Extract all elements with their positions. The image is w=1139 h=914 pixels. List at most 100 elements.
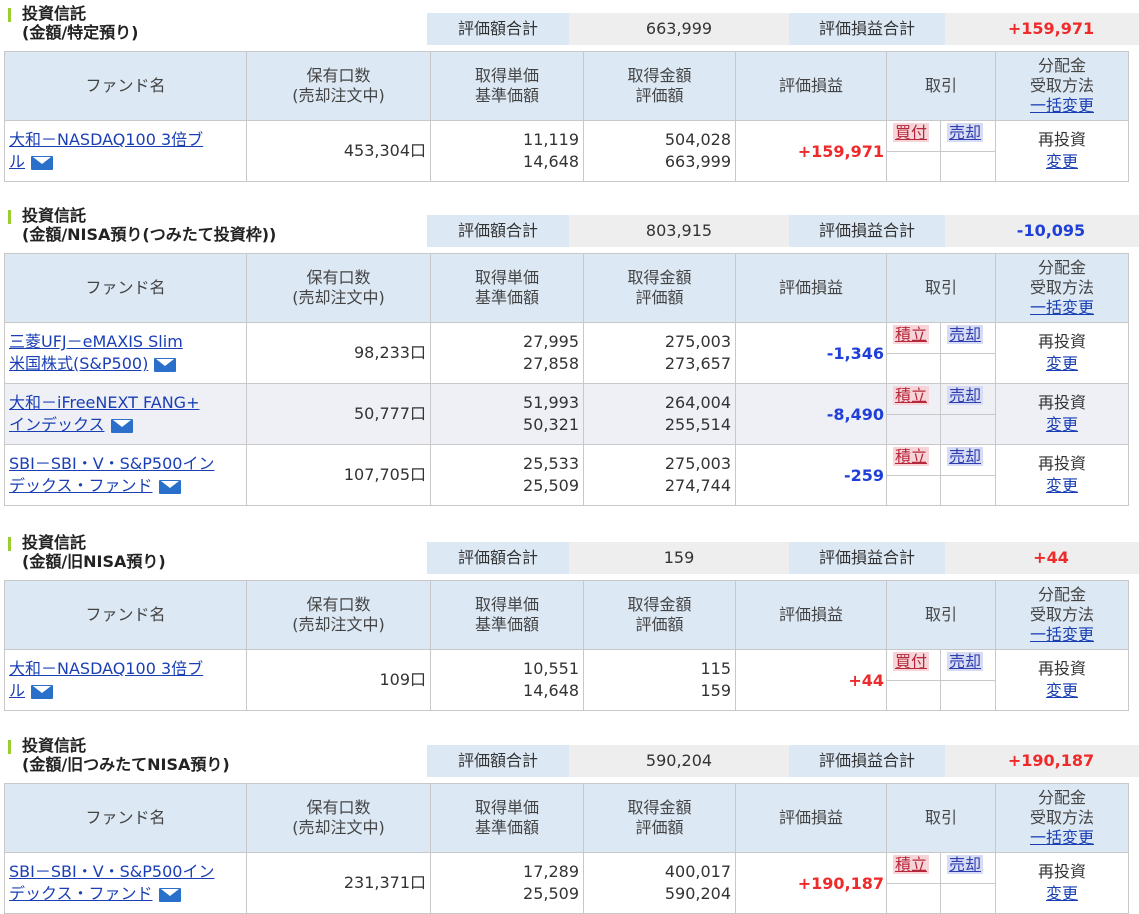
column-header: 分配金 受取方法 一括変更 <box>995 580 1129 650</box>
pl-value: -1,346 <box>826 343 884 363</box>
mail-icon[interactable] <box>158 887 181 902</box>
buy-button[interactable]: 積立 <box>893 447 930 466</box>
column-header-label: 取引 <box>924 278 957 297</box>
column-header-label: ファンド名 <box>85 76 166 95</box>
reinvest-label: 再投資 <box>1037 659 1086 678</box>
market-value: 663,999 <box>664 152 731 171</box>
column-header-label: 受取方法 <box>1029 605 1094 624</box>
pl-cell: +159,971 <box>735 120 887 182</box>
sell-button[interactable]: 売却 <box>947 855 984 874</box>
sell-button[interactable]: 売却 <box>947 325 984 344</box>
buy-button[interactable]: 積立 <box>893 386 930 405</box>
bulk-change-link[interactable]: 一括変更 <box>996 96 1128 116</box>
table-row: 大和－NASDAQ100 3倍ブル 453,304口 11,119 14,648 504… <box>4 120 1129 182</box>
total-value-label: 評価額合計 <box>427 542 569 574</box>
fund-name-link[interactable]: 大和－NASDAQ100 3倍ブル <box>5 658 246 702</box>
mail-icon[interactable] <box>31 684 54 699</box>
change-link[interactable]: 変更 <box>1046 152 1078 171</box>
column-header-label: 保有口数 <box>306 268 371 287</box>
fund-name-link[interactable]: SBI－SBI・V・S&P500イン デックス・ファンド <box>5 861 246 905</box>
fund-name-cell: 大和－NASDAQ100 3倍ブル <box>4 649 247 711</box>
table-row: 大和－NASDAQ100 3倍ブル 109口 10,551 14,648 115 159 +… <box>4 649 1129 711</box>
cell-divider <box>887 414 995 415</box>
nav-value: 14,648 <box>523 681 579 700</box>
mail-icon[interactable] <box>31 155 54 170</box>
column-header-label: 取引 <box>924 605 957 624</box>
fund-name-cell: 大和－NASDAQ100 3倍ブル <box>4 120 247 182</box>
reinvest-label: 再投資 <box>1037 454 1086 473</box>
sell-button[interactable]: 売却 <box>947 386 984 405</box>
units-cell: 98,233口 <box>246 322 431 384</box>
cell-divider <box>887 680 995 681</box>
total-value: 803,915 <box>569 215 789 247</box>
units-cell: 50,777口 <box>246 383 431 445</box>
sell-button[interactable]: 売却 <box>947 123 984 142</box>
unit-cost-value: 11,119 <box>523 130 579 149</box>
column-header: 保有口数 (売却注文中) <box>246 783 431 853</box>
change-link[interactable]: 変更 <box>1046 354 1078 373</box>
section-title-line1: 投資信託 <box>22 533 87 552</box>
section-summary: 評価額合計 159 評価損益合計 +44 <box>427 542 1139 574</box>
pl-cell: -8,490 <box>735 383 887 445</box>
column-header: 取得単価 基準価額 <box>430 253 584 323</box>
fund-name-link[interactable]: 大和－iFreeNEXT FANG+ インデックス <box>5 392 246 436</box>
change-link[interactable]: 変更 <box>1046 681 1078 700</box>
column-header-label: 評価損益 <box>778 278 843 297</box>
reinvest-label: 再投資 <box>1037 393 1086 412</box>
column-header-label: 評価損益 <box>778 605 843 624</box>
bulk-change-link[interactable]: 一括変更 <box>996 298 1128 318</box>
bulk-change-link[interactable]: 一括変更 <box>996 828 1128 848</box>
change-link[interactable]: 変更 <box>1046 884 1078 903</box>
fund-name-link[interactable]: 大和－NASDAQ100 3倍ブル <box>5 129 246 173</box>
holdings-table: ファンド名 保有口数 (売却注文中) 取得単価 基準価額 取得金額 評価額 評価損益 取引 分配金… <box>4 51 1129 182</box>
change-link[interactable]: 変更 <box>1046 415 1078 434</box>
market-value: 255,514 <box>664 415 731 434</box>
column-header-label: 取得金額 <box>627 798 692 817</box>
mail-icon[interactable] <box>110 418 133 433</box>
column-header: 分配金 受取方法 一括変更 <box>995 253 1129 323</box>
reinvest-label: 再投資 <box>1037 130 1086 149</box>
reinvest-label: 再投資 <box>1037 332 1086 351</box>
fund-name-line2: インデックス <box>9 415 105 434</box>
table-header-row: ファンド名 保有口数 (売却注文中) 取得単価 基準価額 取得金額 評価額 評価損益 取引 分配金… <box>4 580 1129 650</box>
change-link[interactable]: 変更 <box>1046 476 1078 495</box>
distribution-cell: 再投資 変更 <box>995 322 1129 384</box>
column-header-label: (売却注文中) <box>292 288 385 307</box>
sell-button[interactable]: 売却 <box>947 447 984 466</box>
pl-value: -8,490 <box>826 404 884 424</box>
section-accent-bar <box>8 740 11 754</box>
section-header: 投資信託 (金額/特定預り) 評価額合計 663,999 評価損益合計 +159,971 <box>0 4 1139 48</box>
unit-price-cell: 25,533 25,509 <box>430 444 584 506</box>
buy-button[interactable]: 積立 <box>893 325 930 344</box>
total-value: 159 <box>569 542 789 574</box>
fund-name-link[interactable]: 三菱UFJ－eMAXIS Slim 米国株式(S&P500) <box>5 331 246 375</box>
section-title: 投資信託 (金額/旧NISA預り) <box>22 533 166 571</box>
buy-button[interactable]: 買付 <box>893 123 930 142</box>
buy-button[interactable]: 積立 <box>893 855 930 874</box>
units-cell: 107,705口 <box>246 444 431 506</box>
fund-name-line1: SBI－SBI・V・S&P500イン <box>9 862 215 881</box>
sell-button[interactable]: 売却 <box>947 652 984 671</box>
holdings-table: ファンド名 保有口数 (売却注文中) 取得単価 基準価額 取得金額 評価額 評価損益 取引 分配金… <box>4 253 1129 506</box>
holdings-table: ファンド名 保有口数 (売却注文中) 取得単価 基準価額 取得金額 評価額 評価損益 取引 分配金… <box>4 783 1129 914</box>
fund-name-link[interactable]: SBI－SBI・V・S&P500イン デックス・ファンド <box>5 453 246 497</box>
buy-button[interactable]: 買付 <box>893 652 930 671</box>
table-header-row: ファンド名 保有口数 (売却注文中) 取得単価 基準価額 取得金額 評価額 評価損益 取引 分配金… <box>4 253 1129 323</box>
column-header: 取得金額 評価額 <box>583 783 736 853</box>
column-header-label: 受取方法 <box>1029 808 1094 827</box>
total-pl: +159,971 <box>945 13 1139 45</box>
column-header-label: ファンド名 <box>85 808 166 827</box>
column-header-label: (売却注文中) <box>292 86 385 105</box>
cost-value: 264,004 <box>664 393 731 412</box>
mail-icon[interactable] <box>154 357 177 372</box>
column-header-label: 基準価額 <box>474 86 539 105</box>
section-header: 投資信託 (金額/旧NISA預り) 評価額合計 159 評価損益合計 +44 <box>0 533 1139 577</box>
fund-name-line2: デックス・ファンド <box>9 476 153 495</box>
column-header-label: 評価損益 <box>778 76 843 95</box>
column-header-label: 取得単価 <box>474 798 539 817</box>
bulk-change-link[interactable]: 一括変更 <box>996 625 1128 645</box>
mail-icon[interactable] <box>158 479 181 494</box>
column-header: 取引 <box>886 783 996 853</box>
column-header-label: 基準価額 <box>474 615 539 634</box>
amount-cell: 275,003 273,657 <box>583 322 736 384</box>
